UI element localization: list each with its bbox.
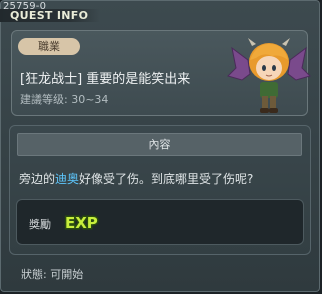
- npc-portrait: [227, 38, 311, 113]
- exp-icon[interactable]: EXP EXP: [64, 213, 100, 231]
- exp-icon-text: EXP: [65, 214, 98, 231]
- npc-name-highlight[interactable]: 迪奥: [55, 172, 79, 186]
- status-label: 狀態:: [21, 268, 47, 281]
- window-title: QUEST INFO: [10, 9, 89, 22]
- status-value: 可開始: [50, 268, 84, 281]
- reward-box: [16, 199, 304, 245]
- reward-label: 獎勵: [29, 218, 51, 231]
- quest-description: 旁边的迪奥好像受了伤。到底哪里受了伤呢?: [19, 170, 253, 187]
- job-badge: 職業: [18, 38, 80, 55]
- content-header: 內容: [17, 133, 302, 156]
- recommended-level: 建議等级: 30~34: [20, 91, 108, 107]
- quest-status: 狀態: 可開始: [21, 266, 83, 282]
- level-label: 建議等级:: [20, 93, 68, 106]
- description-prefix: 旁边的: [19, 172, 56, 186]
- description-suffix: 好像受了伤。到底哪里受了伤呢?: [79, 172, 254, 186]
- level-range: 30~34: [71, 93, 109, 106]
- quest-name: [狂龙战士] 重要的是能笑出来: [20, 72, 191, 87]
